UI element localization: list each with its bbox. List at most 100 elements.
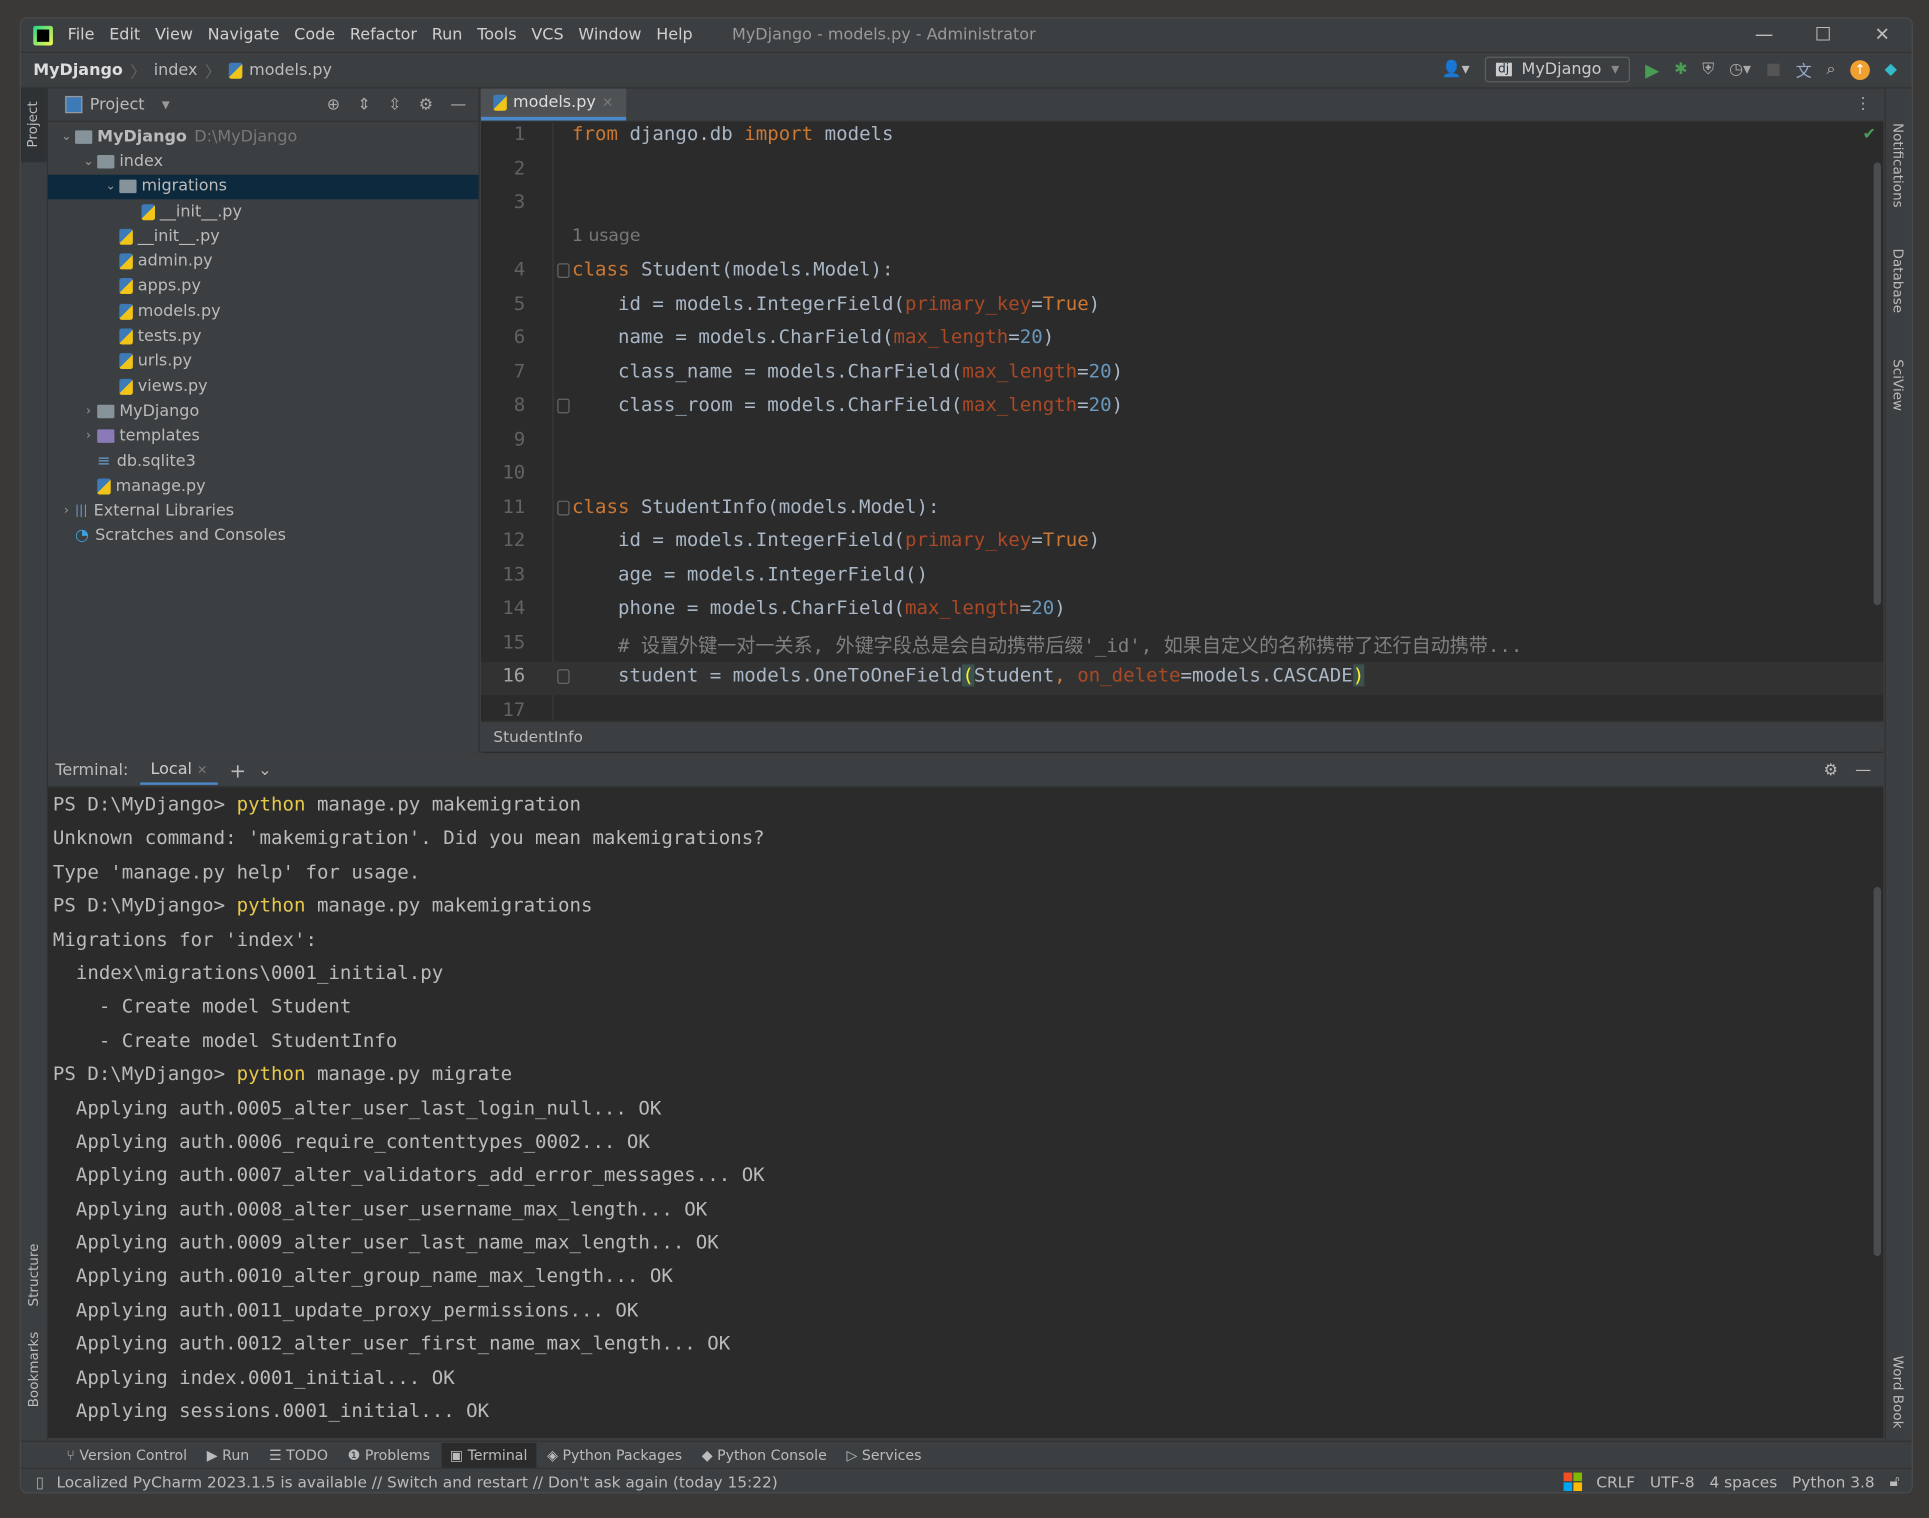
python-interpreter[interactable]: Python 3.8	[1792, 1472, 1875, 1490]
expand-all-icon[interactable]: ⇕	[357, 95, 370, 113]
tool-window-python-console[interactable]: ◆ Python Console	[693, 1443, 835, 1468]
lock-icon[interactable]: 🔓︎	[1889, 1471, 1899, 1491]
profile-icon[interactable]: ◷▾	[1729, 60, 1751, 78]
menu-navigate[interactable]: Navigate	[208, 26, 280, 44]
close-button[interactable]: ✕	[1853, 18, 1912, 51]
structure-breadcrumb[interactable]: StudentInfo	[481, 720, 1884, 752]
indent-setting[interactable]: 4 spaces	[1709, 1472, 1777, 1490]
tool-window-python-packages[interactable]: ◈ Python Packages	[538, 1443, 690, 1468]
tree-item[interactable]: › ||| External Libraries	[48, 499, 479, 524]
right-stripe-database[interactable]: Database	[1890, 249, 1906, 314]
tree-item[interactable]: tests.py	[48, 324, 479, 349]
vcs-user-icon[interactable]: 👤▾	[1442, 60, 1470, 78]
tool-window-services[interactable]: ▷ Services	[838, 1443, 930, 1468]
hide-icon[interactable]: —	[1855, 761, 1871, 779]
menu-file[interactable]: File	[68, 26, 95, 44]
bookmarks-stripe-label[interactable]: Bookmarks	[26, 1332, 42, 1408]
new-terminal-icon[interactable]: +	[230, 758, 246, 781]
code-area[interactable]: 1 usage 1 from django.db import models 2 3 4 c…	[481, 123, 1884, 721]
editor-scrollbar[interactable]	[1873, 162, 1881, 606]
line-number: 10	[502, 461, 526, 484]
gear-icon[interactable]: ⚙	[1824, 761, 1838, 779]
tool-window-label: Problems	[364, 1446, 431, 1464]
chevron-right-icon[interactable]: ›	[80, 405, 97, 419]
search-icon[interactable]: ⌕	[1827, 60, 1836, 78]
tree-item[interactable]: __init__.py	[48, 199, 479, 224]
fold-marker-icon[interactable]	[557, 669, 570, 684]
menu-code[interactable]: Code	[294, 26, 335, 44]
breadcrumb-index[interactable]: index	[154, 61, 198, 79]
chevron-down-icon[interactable]: ⌄	[258, 761, 271, 779]
menu-run[interactable]: Run	[432, 26, 463, 44]
chevron-down-icon[interactable]: ⌄	[102, 180, 119, 194]
coverage-icon[interactable]: ⛨	[1702, 60, 1714, 78]
update-icon[interactable]: ↑	[1850, 59, 1870, 80]
tree-item[interactable]: ◔ Scratches and Consoles	[48, 524, 479, 549]
breadcrumb-project[interactable]: MyDjango	[33, 61, 123, 79]
chevron-down-icon[interactable]: ⌄	[58, 130, 75, 144]
fold-marker-icon[interactable]	[557, 500, 570, 515]
tool-window-terminal[interactable]: ▣ Terminal	[441, 1443, 537, 1468]
project-view-select[interactable]: Project	[90, 95, 145, 113]
minimize-button[interactable]: —	[1735, 18, 1794, 51]
tree-item[interactable]: models.py	[48, 299, 479, 324]
fold-marker-icon[interactable]	[557, 263, 570, 279]
close-tab-icon[interactable]: ✕	[602, 95, 613, 111]
tree-item[interactable]: urls.py	[48, 349, 479, 374]
plugin-logo-icon[interactable]: ◆	[1885, 60, 1897, 78]
tab-models-py[interactable]: models.py ✕	[481, 88, 626, 121]
project-tool-button[interactable]: Project	[20, 88, 47, 163]
more-tabs-icon[interactable]: ⋮	[1855, 89, 1871, 121]
hide-icon[interactable]: —	[450, 95, 466, 113]
tree-item[interactable]: __init__.py	[48, 224, 479, 249]
status-toggle-icon[interactable]: ▯	[36, 1472, 44, 1490]
gear-icon[interactable]: ⚙	[419, 95, 433, 113]
right-stripe-sciview[interactable]: SciView	[1890, 359, 1906, 411]
run-icon[interactable]: ▶	[1645, 58, 1659, 80]
tree-item[interactable]: admin.py	[48, 249, 479, 274]
run-config-select[interactable]: dj MyDjango ▾	[1484, 56, 1631, 83]
tool-window-version-control[interactable]: ⑂ Version Control	[58, 1443, 196, 1468]
right-stripe-notifications[interactable]: Notifications	[1890, 123, 1906, 208]
collapse-all-icon[interactable]: ⇳	[388, 95, 401, 113]
menu-vcs[interactable]: VCS	[531, 26, 563, 44]
structure-stripe-label[interactable]: Structure	[26, 1244, 42, 1307]
translate-icon[interactable]: 文	[1796, 58, 1812, 81]
line-number: 13	[502, 562, 526, 585]
tree-item[interactable]: apps.py	[48, 274, 479, 299]
chevron-right-icon[interactable]: ›	[58, 504, 75, 518]
chevron-right-icon[interactable]: ›	[80, 430, 97, 444]
menu-view[interactable]: View	[155, 26, 193, 44]
breadcrumb-file[interactable]: models.py	[249, 61, 332, 79]
menu-refactor[interactable]: Refactor	[350, 26, 417, 44]
tree-item[interactable]: ⌄ index	[48, 149, 479, 174]
tree-item[interactable]: › MyDjango	[48, 399, 479, 424]
tree-item[interactable]: views.py	[48, 374, 479, 399]
status-message[interactable]: Localized PyCharm 2023.1.5 is available …	[56, 1472, 777, 1490]
file-encoding[interactable]: UTF-8	[1650, 1472, 1695, 1490]
tree-item[interactable]: › templates	[48, 424, 479, 449]
tool-window-problems[interactable]: ❶ Problems	[339, 1443, 439, 1468]
terminal-tab-local[interactable]: Local ✕	[140, 756, 218, 785]
debug-icon[interactable]: ✱	[1674, 60, 1687, 78]
tree-item[interactable]: ⌄ migrations	[47, 174, 479, 200]
maximize-button[interactable]: ☐	[1794, 18, 1853, 51]
terminal-scrollbar[interactable]	[1873, 886, 1881, 1257]
locate-icon[interactable]: ⊕	[327, 95, 340, 113]
usage-inlay-hint[interactable]: 1 usage	[572, 226, 640, 246]
tree-item[interactable]: ≡ db.sqlite3	[48, 449, 479, 474]
terminal-output[interactable]: PS D:\MyDjango> python manage.py makemig…	[53, 789, 765, 1429]
line-separator[interactable]: CRLF	[1596, 1472, 1635, 1490]
tree-item[interactable]: manage.py	[48, 474, 479, 499]
fold-marker-icon[interactable]	[557, 398, 570, 414]
tree-item[interactable]: ⌄ MyDjango D:\MyDjango	[48, 124, 479, 149]
menu-window[interactable]: Window	[578, 26, 641, 44]
tool-window-todo[interactable]: ☰ TODO	[260, 1443, 336, 1468]
tool-window-run[interactable]: ▶ Run	[198, 1443, 258, 1468]
menu-edit[interactable]: Edit	[109, 26, 140, 44]
menu-tools[interactable]: Tools	[477, 26, 516, 44]
right-stripe-word-book[interactable]: Word Book	[1890, 1356, 1906, 1429]
chevron-down-icon[interactable]: ⌄	[80, 155, 97, 169]
stop-icon[interactable]: ■	[1766, 60, 1781, 78]
menu-help[interactable]: Help	[656, 26, 692, 44]
